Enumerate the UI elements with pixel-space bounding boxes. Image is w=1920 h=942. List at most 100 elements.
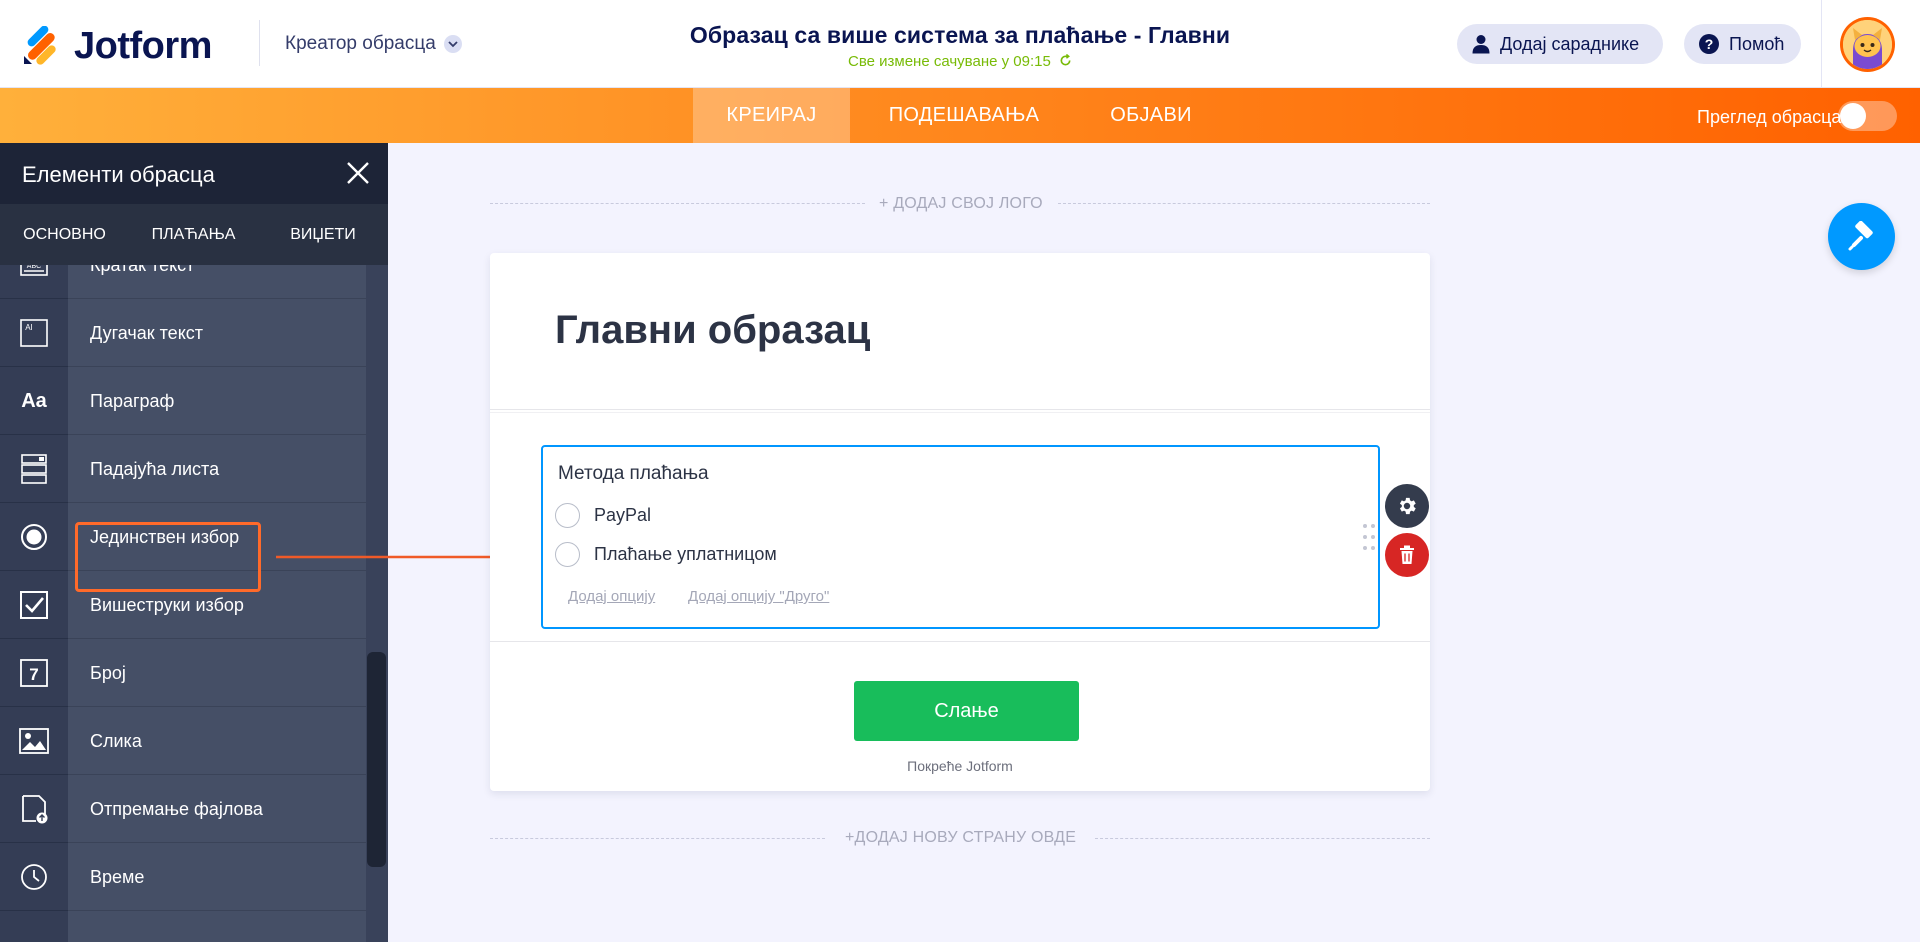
short-text-icon: ABC xyxy=(0,265,68,299)
tab-payments[interactable]: ПЛАЋАЊА xyxy=(129,204,258,265)
element-label: Број xyxy=(68,639,366,707)
tab-widgets[interactable]: ВИЏЕТИ xyxy=(258,204,388,265)
header-divider xyxy=(259,20,260,66)
scrollbar-thumb[interactable] xyxy=(367,652,386,867)
avatar-image xyxy=(1843,20,1892,69)
avatar[interactable] xyxy=(1840,17,1895,72)
file-upload-icon xyxy=(0,775,68,843)
heading-divider xyxy=(490,409,1430,410)
element-number[interactable]: 7 Број xyxy=(0,639,366,707)
trash-icon xyxy=(1400,545,1414,564)
element-label: Падајућа листа xyxy=(68,435,366,503)
next-element-icon xyxy=(0,911,68,942)
form-designer-button[interactable] xyxy=(1828,203,1895,270)
submit-divider xyxy=(490,641,1430,642)
powered-by-text[interactable]: Покреће Jotform xyxy=(790,758,1130,774)
option-label: PayPal xyxy=(594,505,652,525)
highlight-box xyxy=(75,522,261,592)
add-collaborators-button[interactable]: Додај сараднике xyxy=(1457,24,1663,64)
page-divider-left xyxy=(490,838,825,839)
form-builder-dropdown[interactable]: Креатор обрасца xyxy=(285,33,462,55)
tab-settings[interactable]: ПОДЕШАВАЊА xyxy=(870,88,1058,143)
single-choice-icon xyxy=(0,503,68,571)
dropdown-icon xyxy=(0,435,68,503)
element-label: Параграф xyxy=(68,367,366,435)
paragraph-icon: Aa xyxy=(0,367,68,435)
add-logo-link[interactable]: + ДОДАЈ СВОЈ ЛОГО xyxy=(879,195,1043,213)
element-next[interactable] xyxy=(0,911,366,942)
user-icon xyxy=(1472,35,1490,54)
tab-publish[interactable]: ОБЈАВИ xyxy=(1098,88,1204,143)
element-label: Отпремање фајлова xyxy=(68,775,366,843)
radio-button[interactable] xyxy=(555,542,580,567)
builder-nav-bar: КРЕИРАЈ ПОДЕШАВАЊА ОБЈАВИ Преглед обрасц… xyxy=(0,88,1920,143)
submit-button[interactable]: Слање xyxy=(854,681,1079,741)
element-paragraph[interactable]: Aa Параграф xyxy=(0,367,366,435)
svg-text:ABC: ABC xyxy=(27,265,41,270)
svg-text:Aa: Aa xyxy=(21,390,47,412)
svg-text:AI: AI xyxy=(25,323,33,332)
logo-text: Jotform xyxy=(74,25,212,67)
page-divider-right xyxy=(1095,838,1430,839)
option-bank-slip[interactable]: Плаћање уплатницом xyxy=(555,542,777,567)
panel-header: Елементи обрасца xyxy=(0,143,388,204)
svg-text:7: 7 xyxy=(29,665,38,684)
jotform-logo-icon xyxy=(22,25,60,66)
form-preview-toggle[interactable] xyxy=(1838,101,1897,131)
element-dropdown[interactable]: Падајућа листа xyxy=(0,435,366,503)
element-file-upload[interactable]: Отпремање фајлова xyxy=(0,775,366,843)
form-preview-label: Преглед обрасца xyxy=(1697,107,1842,127)
element-label xyxy=(68,911,366,942)
element-long-text[interactable]: AI Дугачак текст xyxy=(0,299,366,367)
radio-button[interactable] xyxy=(555,503,580,528)
element-label: Слика xyxy=(68,707,366,775)
toggle-knob xyxy=(1840,103,1866,129)
element-label: Кратак текст xyxy=(68,265,366,299)
long-text-icon: AI xyxy=(0,299,68,367)
element-label: Време xyxy=(68,843,366,911)
number-icon: 7 xyxy=(0,639,68,707)
field-label[interactable]: Метода плаћања xyxy=(558,463,709,485)
paint-roller-icon xyxy=(1848,220,1873,250)
heading-divider-shadow xyxy=(490,412,1430,413)
close-icon[interactable] xyxy=(345,160,371,186)
elements-list: ABC Кратак текст AI Дугачак текст Aa Пар… xyxy=(0,265,366,942)
jotform-logo[interactable]: Jotform xyxy=(22,24,212,68)
logo-divider-left xyxy=(490,203,865,204)
image-icon xyxy=(0,707,68,775)
collaborators-label: Додај сараднике xyxy=(1500,33,1640,54)
panel-title: Елементи обрасца xyxy=(22,162,215,187)
element-label: Дугачак текст xyxy=(68,299,366,367)
add-other-option-link[interactable]: Додај опцију "Друго" xyxy=(688,588,829,605)
builder-label-text: Креатор обрасца xyxy=(285,33,436,54)
clock-icon xyxy=(0,843,68,911)
gear-icon xyxy=(1399,497,1416,515)
element-image[interactable]: Слика xyxy=(0,707,366,775)
help-button[interactable]: ? Помоћ xyxy=(1684,24,1801,64)
form-title[interactable]: Образац са више система за плаћање - Гла… xyxy=(600,22,1320,49)
element-short-text[interactable]: ABC Кратак текст xyxy=(0,265,366,299)
field-settings-button[interactable] xyxy=(1385,484,1429,528)
element-time[interactable]: Време xyxy=(0,843,366,911)
header-divider-right xyxy=(1821,0,1822,88)
tab-basic[interactable]: ОСНОВНО xyxy=(0,204,129,265)
option-paypal[interactable]: PayPal xyxy=(555,503,651,528)
delete-field-button[interactable] xyxy=(1385,533,1429,577)
help-label: Помоћ xyxy=(1729,33,1785,54)
logo-divider-right xyxy=(1058,203,1430,204)
save-status: Све измене сачуване у 09:15 xyxy=(600,53,1320,70)
drag-handle-icon[interactable] xyxy=(1362,523,1376,551)
save-status-text: Све измене сачуване у 09:15 xyxy=(848,53,1051,70)
top-header: Jotform Креатор обрасца Образац са више … xyxy=(0,0,1920,88)
add-new-page-link[interactable]: +ДОДАЈ НОВУ СТРАНУ ОВДЕ xyxy=(845,829,1076,847)
panel-tabs: ОСНОВНО ПЛАЋАЊА ВИЏЕТИ xyxy=(0,204,388,326)
refresh-icon xyxy=(1060,53,1071,66)
payment-method-field[interactable]: Метода плаћања PayPal Плаћање уплатницом… xyxy=(541,445,1380,629)
help-icon: ? xyxy=(1699,34,1719,54)
add-option-link[interactable]: Додај опцију xyxy=(568,588,655,605)
form-title-area: Образац са више система за плаћање - Гла… xyxy=(600,22,1320,70)
multiple-choice-icon xyxy=(0,571,68,639)
option-label: Плаћање уплатницом xyxy=(594,544,777,564)
tab-create[interactable]: КРЕИРАЈ xyxy=(693,88,850,143)
form-heading[interactable]: Главни образац xyxy=(555,308,870,353)
